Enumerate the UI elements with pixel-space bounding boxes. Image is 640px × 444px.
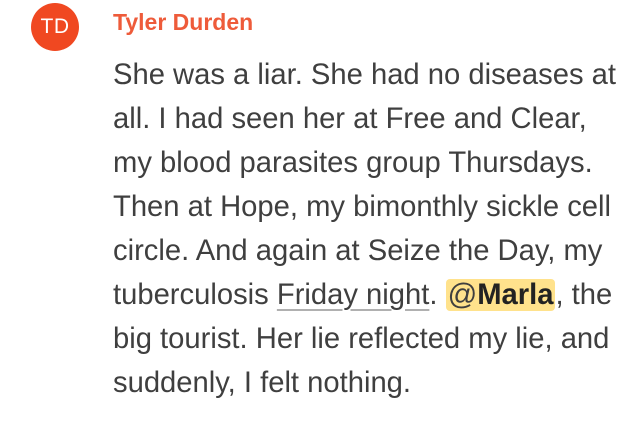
avatar[interactable]: TD [31, 3, 79, 51]
author-name[interactable]: Tyler Durden [113, 9, 253, 36]
comment-text: She was a liar. She had no diseases at a… [113, 59, 616, 311]
comment-text-separator: . [429, 279, 446, 311]
friday-night-link[interactable]: Friday night [277, 279, 430, 311]
comment-body: She was a liar. She had no diseases at a… [113, 53, 628, 405]
mention-at-sign: @ [447, 279, 478, 311]
mention-name: Marla [477, 279, 554, 311]
mention-marla[interactable]: @Marla [445, 279, 556, 311]
avatar-initials: TD [40, 15, 70, 38]
